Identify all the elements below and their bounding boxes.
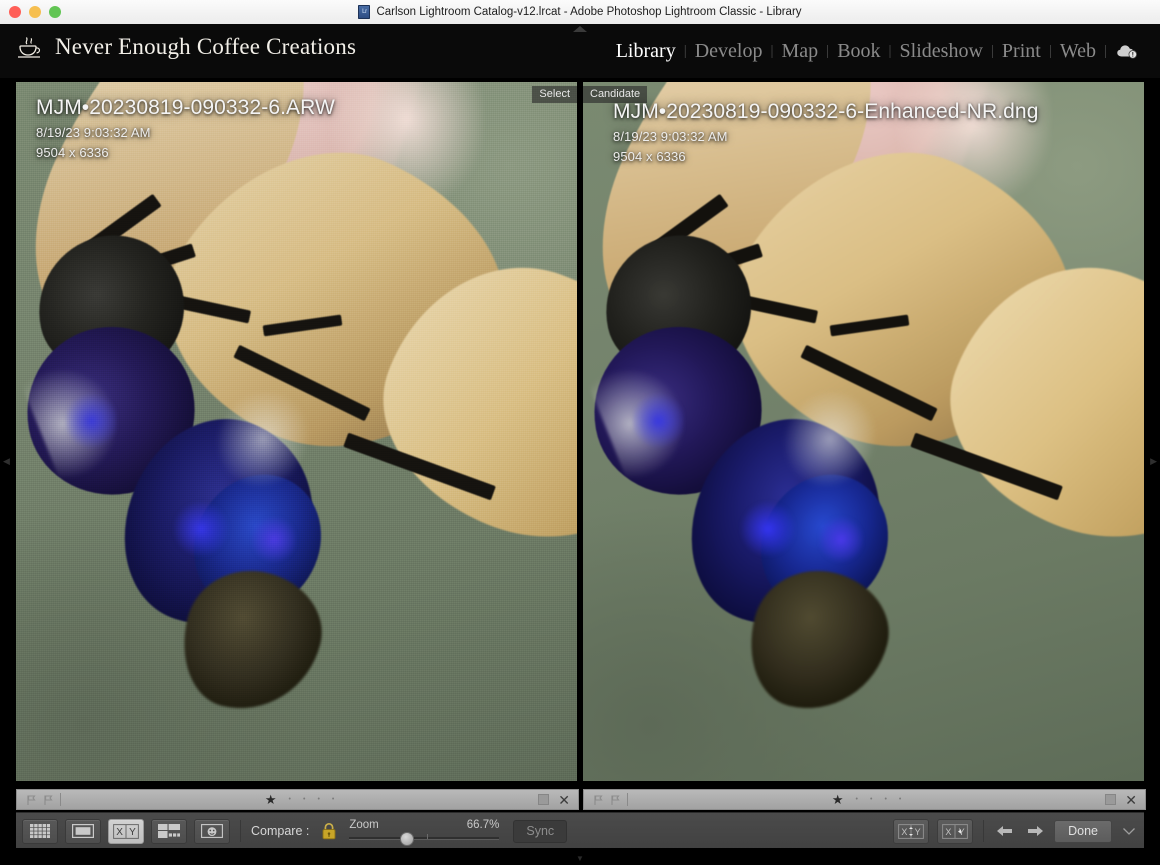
color-label-swatch[interactable] [538, 794, 550, 805]
compare-label: Compare : [251, 824, 310, 838]
image-noise-overlay [16, 82, 577, 781]
compare-pane-select[interactable]: Select MJM•20230819-090332-6.ARW 8/19/23… [16, 82, 577, 781]
filmstrip-panel-handle[interactable]: ▼ [576, 854, 584, 863]
color-label-swatch[interactable] [1105, 794, 1117, 805]
compare-view-button[interactable]: X Y [108, 818, 144, 844]
chevron-down-icon [1123, 828, 1135, 835]
grid-view-icon [30, 824, 50, 838]
zoom-slider-track [349, 837, 500, 840]
top-panel-handle[interactable] [573, 26, 587, 32]
bottom-chrome-strip: ▼ [0, 848, 1160, 865]
flag-reject-icon[interactable] [42, 794, 54, 806]
rating-bar-select: ★ • • • • ✕ [16, 789, 579, 810]
flag-pick-icon[interactable] [25, 794, 37, 806]
photo-candidate [583, 82, 1144, 781]
module-web[interactable]: Web [1052, 40, 1104, 63]
module-book[interactable]: Book [829, 40, 888, 63]
flag-pick-icon[interactable] [592, 794, 604, 806]
make-select-xy-icon: X Y [942, 823, 969, 839]
compare-view-content: Select MJM•20230819-090332-6.ARW 8/19/23… [0, 78, 1160, 785]
top-module-bar: Never Enough Coffee Creations Library | … [0, 24, 1160, 78]
arrow-left-icon [997, 826, 1013, 836]
toolbar-options-button[interactable] [1120, 822, 1138, 840]
svg-text:X: X [946, 827, 952, 837]
window-title-group: Carlson Lightroom Catalog-v12.lrcat - Ad… [0, 0, 1160, 24]
star-5[interactable]: • [332, 796, 334, 803]
module-library[interactable]: Library [608, 40, 684, 63]
compare-pane-candidate[interactable]: Candidate MJM•20230819-090332-6-Enhanced… [583, 82, 1144, 781]
loupe-view-icon [72, 824, 94, 838]
zoom-slider[interactable] [349, 832, 500, 846]
module-develop[interactable]: Develop [687, 40, 771, 63]
right-panel-handle[interactable]: ▶ [1150, 456, 1157, 467]
lightroom-classic-icon [358, 5, 371, 19]
coffee-cup-icon [14, 32, 46, 62]
identity-plate-text: Never Enough Coffee Creations [55, 34, 357, 59]
loupe-view-button[interactable] [65, 818, 101, 844]
zoom-label: Zoom [349, 819, 379, 831]
compare-xy-icon: X Y [113, 823, 139, 839]
sync-button[interactable]: Sync [513, 819, 568, 843]
toolbar-divider [983, 820, 985, 842]
compare-actions-group: X Y X Y Done [893, 818, 1144, 844]
window-titlebar: Carlson Lightroom Catalog-v12.lrcat - Ad… [0, 0, 1160, 25]
lightroom-window: Carlson Lightroom Catalog-v12.lrcat - Ad… [0, 0, 1160, 865]
rating-bar-candidate: ★ • • • • ✕ [583, 789, 1146, 810]
grid-view-button[interactable] [22, 818, 58, 844]
zoom-slider-handle[interactable] [400, 832, 415, 846]
window-title: Carlson Lightroom Catalog-v12.lrcat - Ad… [376, 6, 802, 18]
zoom-slider-tick [427, 834, 429, 839]
flag-group-select [17, 794, 60, 806]
next-photo-button[interactable] [1024, 820, 1046, 842]
flag-reject-icon[interactable] [609, 794, 621, 806]
zoom-lock-button[interactable] [321, 822, 337, 840]
close-x-icon[interactable]: ✕ [558, 793, 570, 807]
star-3[interactable]: • [870, 796, 872, 803]
people-view-icon [201, 824, 223, 838]
people-view-button[interactable] [194, 818, 230, 844]
swap-select-candidate-button[interactable]: X Y [893, 818, 930, 844]
star-rating-select[interactable]: ★ • • • • [61, 793, 538, 806]
cloud-sync-status-icon[interactable] [1107, 43, 1144, 59]
module-slideshow[interactable]: Slideshow [892, 40, 991, 63]
rating-bar-right-controls-select: ✕ [538, 793, 578, 807]
star-4[interactable]: • [884, 796, 886, 803]
svg-text:X: X [902, 827, 908, 837]
svg-text:X: X [116, 827, 123, 838]
star-3[interactable]: • [303, 796, 305, 803]
star-5[interactable]: • [899, 796, 901, 803]
module-print[interactable]: Print [994, 40, 1049, 63]
previous-photo-button[interactable] [994, 820, 1016, 842]
zoom-value: 66.7% [466, 819, 500, 831]
survey-view-button[interactable] [151, 818, 187, 844]
star-1[interactable]: ★ [265, 793, 277, 806]
survey-view-icon [158, 824, 180, 838]
star-1[interactable]: ★ [832, 793, 844, 806]
module-picker: Library | Develop | Map | Book | Slidesh… [608, 24, 1144, 78]
zoom-control-group: Zoom 66.7% [349, 819, 500, 846]
star-4[interactable]: • [317, 796, 319, 803]
arrow-right-icon [1028, 826, 1044, 836]
bottom-toolbar: X Y Compare: Zoom 66.7% Sync X Y X Y Do… [16, 812, 1144, 849]
star-2[interactable]: • [289, 796, 291, 803]
svg-text:Y: Y [129, 827, 136, 838]
star-rating-candidate[interactable]: ★ • • • • [628, 793, 1105, 806]
rating-bar-right-controls-candidate: ✕ [1105, 793, 1145, 807]
module-map[interactable]: Map [774, 40, 827, 63]
toolbar-divider [240, 820, 241, 842]
star-2[interactable]: • [856, 796, 858, 803]
select-badge: Select [532, 86, 577, 103]
candidate-badge: Candidate [583, 86, 648, 103]
padlock-locked-icon [322, 822, 336, 840]
flag-group-candidate [584, 794, 627, 806]
make-select-button[interactable]: X Y [937, 818, 974, 844]
swap-xy-icon: X Y [898, 823, 925, 839]
identity-plate[interactable]: Never Enough Coffee Creations [14, 32, 356, 62]
svg-text:Y: Y [915, 827, 921, 837]
view-mode-group: X Y [16, 818, 230, 844]
photo-select [16, 82, 577, 781]
left-panel-handle[interactable]: ◀ [3, 456, 10, 467]
done-button[interactable]: Done [1054, 819, 1112, 843]
close-x-icon[interactable]: ✕ [1125, 793, 1137, 807]
